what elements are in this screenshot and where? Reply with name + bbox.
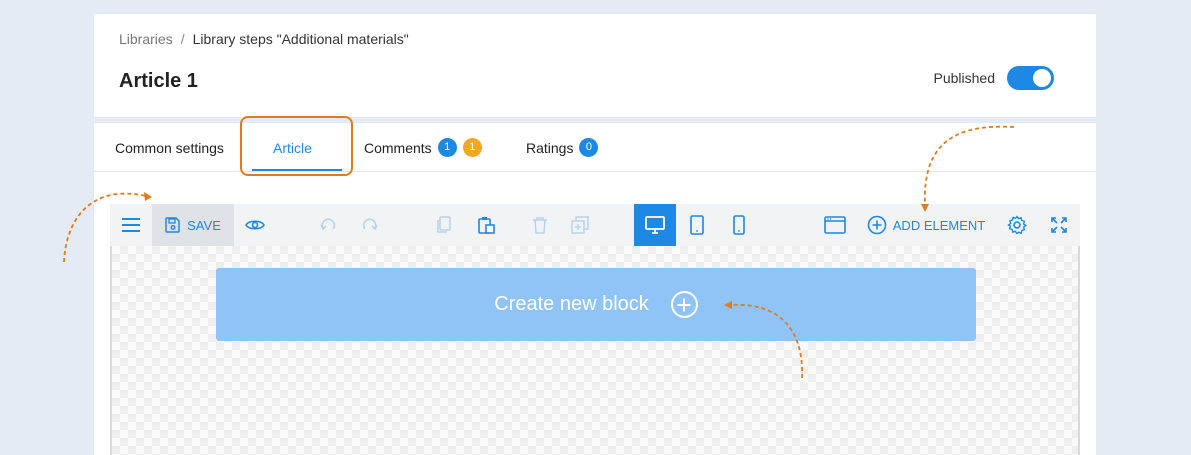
toggle-knob: [1033, 69, 1051, 87]
add-element-label: ADD ELEMENT: [892, 217, 986, 233]
create-block-label: Create new block: [494, 293, 649, 315]
editor-card: Common settings Article Comments 1 1 Rat…: [94, 116, 1096, 455]
editor-canvas: Create new block: [110, 246, 1080, 455]
undo-icon: [320, 218, 336, 231]
device-desktop-button[interactable]: [634, 204, 676, 246]
eye-icon: [245, 220, 265, 230]
published-toggle[interactable]: [1007, 66, 1054, 90]
menu-button[interactable]: [110, 204, 152, 246]
comments-badge-orange: 1: [462, 138, 482, 157]
copy-icon: [437, 216, 451, 233]
redo-button[interactable]: [350, 204, 390, 246]
settings-button[interactable]: [996, 204, 1038, 246]
save-button[interactable]: SAVE: [152, 204, 234, 246]
breadcrumb-current: Library steps "Additional materials": [192, 31, 409, 47]
expand-icon: [1051, 217, 1067, 233]
plus-circle-icon: [670, 291, 698, 318]
create-new-block-button[interactable]: Create new block: [216, 268, 976, 341]
plus-circle-icon: [867, 215, 887, 235]
duplicate-button[interactable]: [560, 204, 600, 246]
undo-button[interactable]: [308, 204, 348, 246]
tab-common-settings[interactable]: Common settings: [115, 140, 224, 156]
published-control: Published: [933, 66, 1054, 90]
tab-article[interactable]: Article: [273, 140, 312, 156]
add-element-button[interactable]: ADD ELEMENT: [866, 204, 986, 246]
comments-badge-blue: 1: [437, 138, 457, 157]
tab-comments-label: Comments: [364, 139, 432, 156]
tab-bar: Common settings Article Comments 1 1 Rat…: [94, 116, 1096, 176]
browser-window-icon: [824, 216, 846, 234]
breadcrumb-separator: /: [180, 31, 185, 47]
floppy-icon: [165, 217, 180, 233]
page-title: Article 1: [119, 70, 198, 92]
active-tab-underline: [252, 169, 342, 171]
tab-ratings[interactable]: Ratings 0: [526, 138, 599, 157]
gear-icon: [1007, 215, 1027, 235]
tab-ratings-label: Ratings: [526, 139, 574, 156]
device-mobile-button[interactable]: [718, 204, 760, 246]
paste-button[interactable]: [466, 204, 506, 246]
ratings-badge: 0: [579, 138, 599, 157]
redo-icon: [362, 218, 378, 231]
paste-icon: [478, 217, 495, 234]
save-label: SAVE: [187, 217, 221, 233]
trash-icon: [533, 217, 547, 234]
tablet-icon: [690, 215, 704, 235]
preview-button[interactable]: [234, 204, 276, 246]
fullscreen-button[interactable]: [1038, 204, 1080, 246]
delete-button[interactable]: [520, 204, 560, 246]
device-tablet-button[interactable]: [676, 204, 718, 246]
mobile-icon: [733, 215, 745, 235]
hamburger-icon: [122, 218, 140, 232]
layout-button[interactable]: [814, 204, 856, 246]
copy-button[interactable]: [424, 204, 464, 246]
breadcrumb-libraries[interactable]: Libraries: [119, 31, 173, 47]
editor-toolbar: SAVE ADD ELEMENT: [110, 204, 1080, 246]
desktop-icon: [645, 216, 665, 234]
published-label: Published: [933, 70, 996, 86]
header-card: Libraries / Library steps "Additional ma…: [94, 14, 1096, 117]
duplicate-icon: [571, 216, 589, 234]
tab-comments[interactable]: Comments 1 1: [364, 138, 482, 157]
breadcrumb: Libraries / Library steps "Additional ma…: [119, 31, 409, 47]
